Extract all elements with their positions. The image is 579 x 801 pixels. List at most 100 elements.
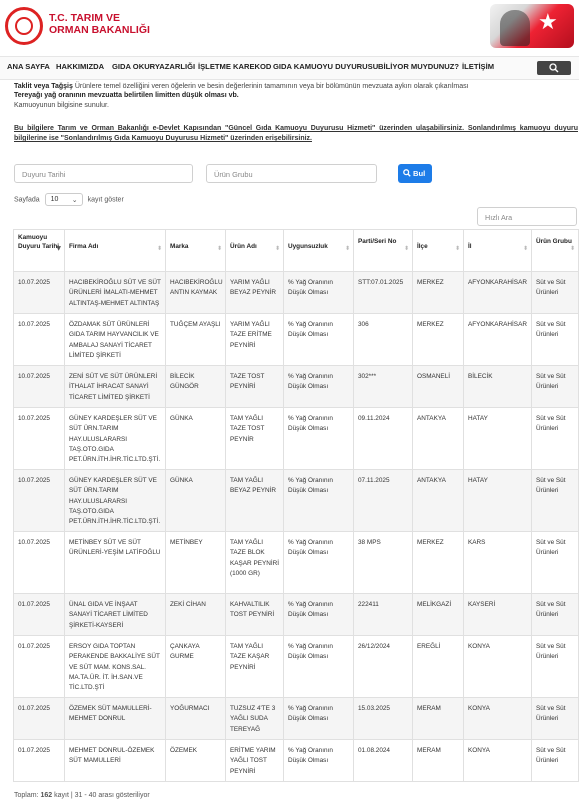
edevlet-links-paragraph[interactable]: Bu bilgilere Tarım ve Orman Bakanlığı e-… bbox=[14, 124, 578, 144]
column-header-group[interactable]: Ürün Grubu ⬍ bbox=[531, 229, 579, 272]
cell-district: EREĞLİ bbox=[412, 635, 464, 698]
column-header-product[interactable]: Ürün Adı ⬍ bbox=[225, 229, 284, 272]
cell-firm: GÜNEY KARDEŞLER SÜT VE SÜT ÜRN.TARIM HAY… bbox=[64, 469, 166, 532]
sort-icon: ⬍ bbox=[522, 245, 528, 252]
cell-issue: % Yağ Oranının Düşük Olması bbox=[283, 593, 354, 636]
cell-product: KAHVALTILIK TOST PEYNİRİ bbox=[225, 593, 284, 636]
cell-firm: GÜNEY KARDEŞLER SÜT VE SÜT ÜRN.TARIM HAY… bbox=[64, 407, 166, 470]
table-row: 10.07.2025 HACIBEKİROĞLU SÜT VE SÜT ÜRÜNL… bbox=[13, 271, 579, 314]
cell-product: TUZSUZ 4'TE 3 YAĞLI SUDA TEREYAĞ bbox=[225, 697, 284, 740]
announcements-table: Kamuoyu Duyuru Tarihi ▼ Firma Adı ⬍ Marka ⬍… bbox=[13, 229, 579, 782]
page-size-value: 10 bbox=[50, 196, 59, 203]
column-header-brand[interactable]: Marka ⬍ bbox=[165, 229, 226, 272]
table-row: 01.07.2025 MEHMET DONRUL-ÖZEMEK SÜT MAMUL… bbox=[13, 739, 579, 782]
cell-issue: % Yağ Oranının Düşük Olması bbox=[283, 739, 354, 782]
ministry-logo-icon[interactable] bbox=[5, 7, 43, 45]
chevron-down-icon: ⌄ bbox=[71, 197, 78, 204]
column-header-date[interactable]: Kamuoyu Duyuru Tarihi ▼ bbox=[13, 229, 65, 272]
find-button[interactable]: Bul bbox=[398, 164, 432, 183]
cell-date: 10.07.2025 bbox=[13, 313, 65, 366]
cell-date: 10.07.2025 bbox=[13, 365, 65, 408]
nav-item-gida-okuryazarligi[interactable]: GIDA OKURYAZARLIĞI bbox=[112, 62, 195, 71]
cell-group: Süt ve Süt Ürünleri bbox=[531, 697, 579, 740]
column-header-issue[interactable]: Uygunsuzluk ⬍ bbox=[283, 229, 354, 272]
page-size-select[interactable]: 10 ⌄ bbox=[44, 193, 83, 206]
cell-date: 10.07.2025 bbox=[13, 271, 65, 314]
column-header-firm[interactable]: Firma Adı ⬍ bbox=[64, 229, 166, 272]
nav-item-ana-sayfa[interactable]: ANA SAYFA bbox=[7, 62, 50, 71]
cell-lot: 222411 bbox=[353, 593, 413, 636]
ministry-logo-text[interactable]: T.C. TARIM VE ORMAN BAKANLIĞI bbox=[49, 12, 150, 36]
cell-firm: MEHMET DONRUL-ÖZEMEK SÜT MAMULLERİ bbox=[64, 739, 166, 782]
column-header-district[interactable]: İlçe ⬍ bbox=[412, 229, 464, 272]
cell-city: KONYA bbox=[463, 635, 532, 698]
site-header: T.C. TARIM VE ORMAN BAKANLIĞI ★ bbox=[0, 0, 579, 54]
cell-lot: 01.08.2024 bbox=[353, 739, 413, 782]
cell-brand: BİLECİK GÜNGÖR bbox=[165, 365, 226, 408]
quick-search-input[interactable]: Hızlı Ara bbox=[477, 207, 577, 226]
column-header-city[interactable]: İl ⬍ bbox=[463, 229, 532, 272]
table-row: 01.07.2025 ERSOY GIDA TOPTAN PERAKENDE BA… bbox=[13, 635, 579, 698]
product-group-select[interactable]: Ürün Grubu bbox=[206, 164, 377, 183]
table-row: 01.07.2025 ÜNAL GIDA VE İNŞAAT SANAYİ TİC… bbox=[13, 593, 579, 636]
table-info-suffix: kayıt | 31 - 40 arası gösteriliyor bbox=[54, 792, 150, 799]
notice-public: Kamuoyunun bilgisine sunulur. bbox=[14, 101, 109, 109]
nav-item-biliyor-muydunuz[interactable]: BİLİYOR MUYDUNUZ? bbox=[378, 62, 459, 71]
cell-product: TAZE TOST PEYNİRİ bbox=[225, 365, 284, 408]
cell-lot: 302*** bbox=[353, 365, 413, 408]
cell-issue: % Yağ Oranının Düşük Olması bbox=[283, 531, 354, 594]
cell-group: Süt ve Süt Ürünleri bbox=[531, 407, 579, 470]
cell-firm: ZENİ SÜT VE SÜT ÜRÜNLERİ İTHALAT İHRACAT… bbox=[64, 365, 166, 408]
cell-issue: % Yağ Oranının Düşük Olması bbox=[283, 697, 354, 740]
cell-firm: HACIBEKİROĞLU SÜT VE SÜT ÜRÜNLERİ İMALAT… bbox=[64, 271, 166, 314]
table-header-row: Kamuoyu Duyuru Tarihi ▼ Firma Adı ⬍ Marka ⬍… bbox=[13, 229, 579, 272]
cell-firm: ERSOY GIDA TOPTAN PERAKENDE BAKKALİYE SÜ… bbox=[64, 635, 166, 698]
sort-icon: ⬍ bbox=[344, 245, 350, 252]
cell-brand: ÇANKAYA GURME bbox=[165, 635, 226, 698]
announcement-date-input[interactable]: Duyuru Tarihi bbox=[14, 164, 193, 183]
cell-date: 10.07.2025 bbox=[13, 469, 65, 532]
cell-district: MERAM bbox=[412, 697, 464, 740]
cell-lot: STT:07.01.2025 bbox=[353, 271, 413, 314]
cell-lot: 09.11.2024 bbox=[353, 407, 413, 470]
cell-lot: 38 MPS bbox=[353, 531, 413, 594]
cell-district: MERKEZ bbox=[412, 313, 464, 366]
cell-lot: 306 bbox=[353, 313, 413, 366]
cell-brand: YOĞURMACI bbox=[165, 697, 226, 740]
table-info-prefix: Toplam: bbox=[14, 792, 39, 799]
nav-item-iletisim[interactable]: İLETİŞİM bbox=[462, 62, 494, 71]
cell-issue: % Yağ Oranının Düşük Olması bbox=[283, 469, 354, 532]
nav-item-isletme-karekod[interactable]: İŞLETME KAREKOD bbox=[198, 62, 271, 71]
find-button-label: Bul bbox=[413, 169, 426, 178]
nav-item-gida-kamuoyu-duyurusu[interactable]: GIDA KAMUOYU DUYURUSU bbox=[273, 62, 378, 71]
sort-icon: ⬍ bbox=[216, 245, 222, 252]
cell-date: 01.07.2025 bbox=[13, 593, 65, 636]
cell-group: Süt ve Süt Ürünleri bbox=[531, 531, 579, 594]
cell-city: KONYA bbox=[463, 739, 532, 782]
cell-city: HATAY bbox=[463, 407, 532, 470]
cell-issue: % Yağ Oranının Düşük Olması bbox=[283, 635, 354, 698]
page-size-suffix: kayıt göster bbox=[87, 196, 124, 204]
cell-brand: TUĞÇEM AYAŞLI bbox=[165, 313, 226, 366]
logo-line-1: T.C. TARIM VE bbox=[49, 12, 120, 24]
page-size-prefix: Sayfada bbox=[14, 196, 40, 204]
cell-date: 01.07.2025 bbox=[13, 739, 65, 782]
cell-group: Süt ve Süt Ürünleri bbox=[531, 739, 579, 782]
column-header-lot[interactable]: Parti/Seri No ⬍ bbox=[353, 229, 413, 272]
cell-brand: GÜNKA bbox=[165, 469, 226, 532]
table-total: 162 bbox=[40, 792, 53, 799]
cell-district: OSMANELİ bbox=[412, 365, 464, 408]
table-row: 10.07.2025 ÖZDAMAK SÜT ÜRÜNLERİ GIDA TARI… bbox=[13, 313, 579, 366]
nav-search-button[interactable] bbox=[537, 61, 571, 75]
cell-city: KARS bbox=[463, 531, 532, 594]
table-info: Toplam: 162 kayıt | 31 - 40 arası göster… bbox=[14, 792, 150, 799]
cell-date: 01.07.2025 bbox=[13, 697, 65, 740]
cell-brand: METİNBEY bbox=[165, 531, 226, 594]
cell-district: MERKEZ bbox=[412, 271, 464, 314]
cell-lot: 15.03.2025 bbox=[353, 697, 413, 740]
nav-item-hakkimizda[interactable]: HAKKIMIZDA bbox=[56, 62, 104, 71]
page-size-control: Sayfada 10 ⌄ kayıt göster bbox=[14, 193, 124, 206]
logo-line-2: ORMAN BAKANLIĞI bbox=[49, 24, 150, 36]
table-row: 10.07.2025 GÜNEY KARDEŞLER SÜT VE SÜT ÜRN… bbox=[13, 469, 579, 532]
cell-city: AFYONKARAHİSAR bbox=[463, 313, 532, 366]
